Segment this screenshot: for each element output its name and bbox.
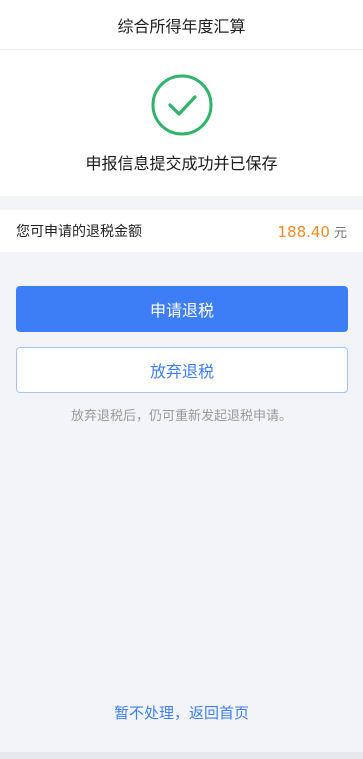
refund-amount-value: 188.40 <box>277 222 330 241</box>
abandon-hint: 放弃退税后，仍可重新发起退税申请。 <box>70 409 292 424</box>
check-circle-icon <box>151 74 212 136</box>
apply-refund-button[interactable]: 申请退税 <box>16 286 348 332</box>
page: 综合所得年度汇算 申报信息提交成功并已保存 您可申请的退税金额 188.40 元… <box>0 0 363 759</box>
refund-amount: 188.40 元 <box>277 222 347 241</box>
page-header: 综合所得年度汇算 <box>0 0 363 50</box>
success-card: 申报信息提交成功并已保存 <box>0 50 363 196</box>
bottom-bar <box>0 752 363 759</box>
success-message: 申报信息提交成功并已保存 <box>85 154 278 173</box>
refund-amount-unit: 元 <box>333 225 347 241</box>
page-title: 综合所得年度汇算 <box>117 16 246 36</box>
refund-amount-label: 您可申请的退税金额 <box>16 224 142 240</box>
back-home-link[interactable]: 暂不处理，返回首页 <box>0 702 363 723</box>
abandon-refund-button[interactable]: 放弃退税 <box>16 347 348 393</box>
refund-amount-row: 您可申请的退税金额 188.40 元 <box>0 210 363 252</box>
